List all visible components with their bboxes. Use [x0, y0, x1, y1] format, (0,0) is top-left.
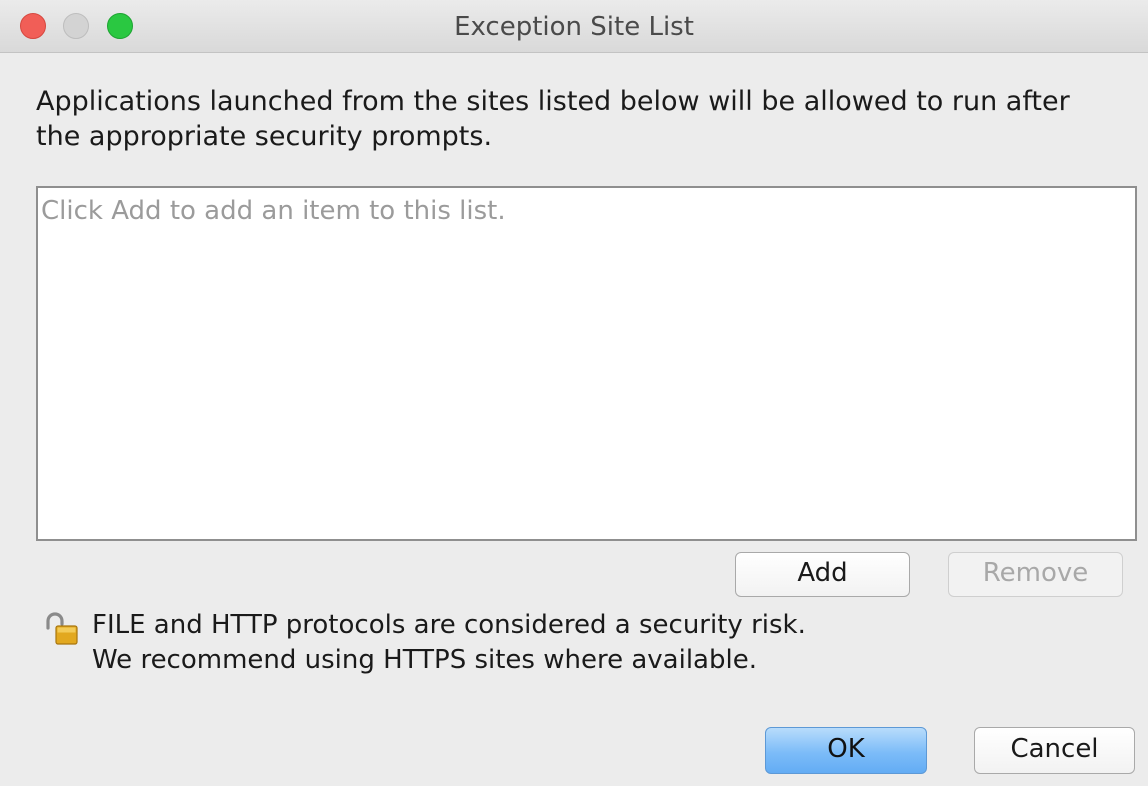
site-list-placeholder: Click Add to add an item to this list. — [41, 196, 506, 226]
description-line-1: Applications launched from the sites lis… — [36, 86, 1070, 117]
title-bar[interactable]: Exception Site List — [0, 0, 1148, 53]
description-line-2: the appropriate security prompts. — [36, 121, 493, 152]
cancel-button[interactable]: Cancel — [974, 727, 1135, 774]
remove-button: Remove — [948, 552, 1123, 597]
unlocked-padlock-icon — [46, 612, 78, 645]
ok-button[interactable]: OK — [765, 727, 927, 774]
warning-line-1: FILE and HTTP protocols are considered a… — [92, 610, 806, 640]
security-warning: FILE and HTTP protocols are considered a… — [92, 608, 806, 678]
warning-line-2: We recommend using HTTPS sites where ava… — [92, 645, 757, 675]
window-title: Exception Site List — [454, 12, 694, 42]
exception-site-list[interactable]: Click Add to add an item to this list. — [36, 186, 1137, 541]
exception-site-list-dialog: Exception Site List Applications launche… — [0, 0, 1148, 786]
add-button[interactable]: Add — [735, 552, 910, 597]
dialog-description: Applications launched from the sites lis… — [36, 84, 1116, 154]
